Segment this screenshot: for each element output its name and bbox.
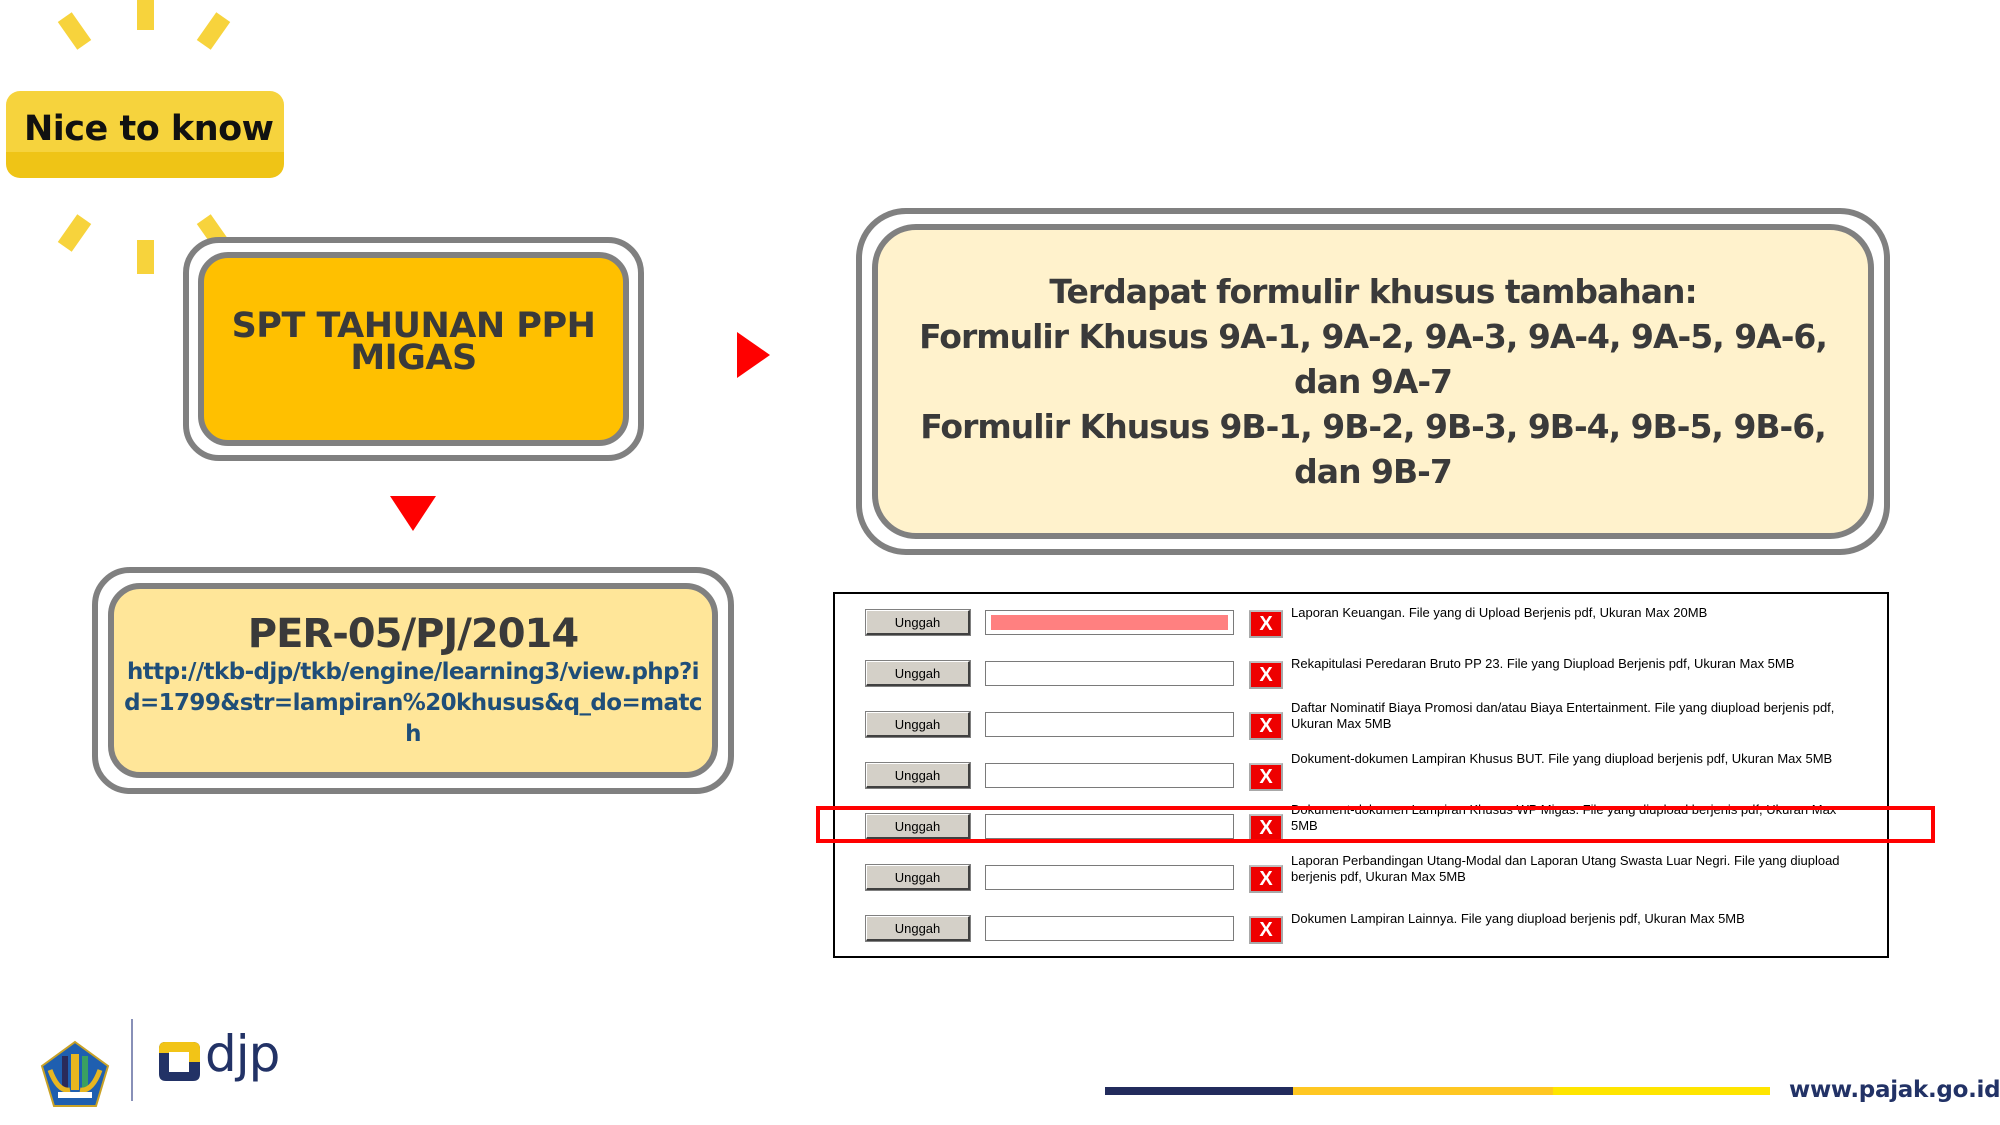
djp-logo-text: djp xyxy=(205,1025,280,1083)
upload-panel: Unggah X Laporan Keuangan. File yang di … xyxy=(833,592,1889,958)
upload-description: Rekapitulasi Peredaran Bruto PP 23. File… xyxy=(1291,656,1795,671)
info-line: Formulir Khusus 9A-1, 9A-2, 9A-3, 9A-4, … xyxy=(919,317,1828,356)
upload-description: Daftar Nominatif Biaya Promosi dan/atau … xyxy=(1291,700,1835,731)
upload-row: Unggah X Dokument-dokumen Lampiran Khusu… xyxy=(835,751,1887,797)
sun-ray-icon xyxy=(57,214,92,252)
regulation-box-inner: PER-05/PJ/2014 http://tkb-djp/tkb/engine… xyxy=(108,583,718,778)
info-line: Terdapat formulir khusus tambahan: xyxy=(1049,272,1697,311)
upload-row: Unggah X Laporan Perbandingan Utang-Moda… xyxy=(835,853,1887,899)
sun-ray-icon xyxy=(137,0,154,30)
footer-bar-orange xyxy=(1293,1087,1553,1095)
upload-row: Unggah X Rekapitulasi Peredaran Bruto PP… xyxy=(835,655,1887,695)
footer-bar-yellow xyxy=(1553,1087,1770,1095)
spt-box-inner: SPT TAHUNAN PPH MIGAS xyxy=(198,252,629,446)
kemenkeu-logo-icon xyxy=(40,1040,110,1107)
djp-logo-icon xyxy=(159,1042,200,1081)
spt-box: SPT TAHUNAN PPH MIGAS xyxy=(183,237,644,461)
info-box-inner: Terdapat formulir khusus tambahan: Formu… xyxy=(872,224,1874,539)
info-line: dan 9A-7 xyxy=(1293,362,1453,401)
upload-description: Dokument-dokumen Lampiran Khusus BUT. Fi… xyxy=(1291,751,1833,766)
upload-button[interactable]: Unggah xyxy=(865,609,971,636)
arrow-right-icon xyxy=(737,332,770,378)
delete-icon[interactable]: X xyxy=(1249,916,1283,944)
file-input[interactable] xyxy=(985,610,1234,635)
regulation-title: PER-05/PJ/2014 xyxy=(247,611,579,657)
delete-icon[interactable]: X xyxy=(1249,661,1283,689)
sun-ray-icon xyxy=(196,12,231,50)
footer-divider xyxy=(131,1019,133,1101)
file-input[interactable] xyxy=(985,712,1234,737)
upload-row: Unggah X Daftar Nominatif Biaya Promosi … xyxy=(835,700,1887,746)
arrow-down-icon xyxy=(390,496,436,531)
badge-label: Nice to know xyxy=(24,108,274,149)
info-line: Formulir Khusus 9B-1, 9B-2, 9B-3, 9B-4, … xyxy=(920,407,1827,446)
file-input[interactable] xyxy=(985,763,1234,788)
upload-button[interactable]: Unggah xyxy=(865,711,971,738)
info-box: Terdapat formulir khusus tambahan: Formu… xyxy=(856,208,1890,555)
delete-icon[interactable]: X xyxy=(1249,865,1283,893)
delete-icon[interactable]: X xyxy=(1249,712,1283,740)
delete-icon[interactable]: X xyxy=(1249,763,1283,791)
upload-button[interactable]: Unggah xyxy=(865,864,971,891)
upload-button[interactable]: Unggah xyxy=(865,915,971,942)
upload-row: Unggah X Dokumen Lampiran Lainnya. File … xyxy=(835,910,1887,950)
regulation-link[interactable]: http://tkb-djp/tkb/engine/learning3/view… xyxy=(123,657,703,750)
file-input[interactable] xyxy=(985,865,1234,890)
delete-icon[interactable]: X xyxy=(1249,610,1283,638)
file-input-error-fill xyxy=(991,615,1228,630)
upload-button[interactable]: Unggah xyxy=(865,762,971,789)
info-line: dan 9B-7 xyxy=(1294,452,1453,491)
nice-to-know-badge: Nice to know xyxy=(6,91,284,178)
sun-ray-icon xyxy=(137,240,154,274)
upload-button[interactable]: Unggah xyxy=(865,660,971,687)
highlight-frame xyxy=(816,806,1935,843)
sun-ray-icon xyxy=(57,12,92,50)
upload-row: Unggah X Laporan Keuangan. File yang di … xyxy=(835,604,1887,644)
upload-description: Laporan Keuangan. File yang di Upload Be… xyxy=(1291,605,1708,620)
file-input[interactable] xyxy=(985,916,1234,941)
spt-title-line: MIGAS xyxy=(350,338,477,378)
regulation-box: PER-05/PJ/2014 http://tkb-djp/tkb/engine… xyxy=(92,567,734,794)
upload-description: Dokumen Lampiran Lainnya. File yang diup… xyxy=(1291,911,1745,926)
upload-description: Laporan Perbandingan Utang-Modal dan Lap… xyxy=(1291,853,1840,884)
file-input[interactable] xyxy=(985,661,1234,686)
website-link[interactable]: www.pajak.go.id xyxy=(1789,1077,2000,1103)
footer-bar-navy xyxy=(1105,1087,1293,1095)
